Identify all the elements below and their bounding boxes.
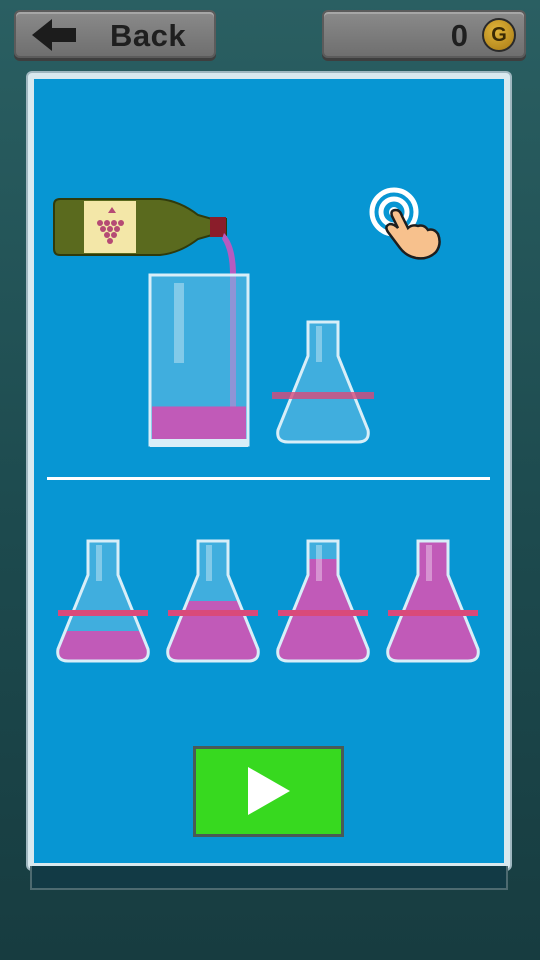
- option-liquid: [387, 541, 479, 661]
- target-line: [168, 610, 258, 616]
- tap-hand-icon: [369, 187, 441, 260]
- option-flask-4[interactable]: [382, 537, 484, 667]
- arrow-left-icon: [32, 19, 76, 51]
- demo-glass: [148, 273, 250, 447]
- play-icon: [248, 767, 290, 815]
- glass-liquid: [152, 406, 246, 443]
- coin-counter: 0 G: [322, 10, 526, 58]
- option-flask-2[interactable]: [162, 537, 264, 667]
- target-line: [58, 610, 148, 616]
- target-line: [272, 392, 374, 399]
- target-line: [278, 610, 368, 616]
- back-button[interactable]: Back: [14, 10, 216, 58]
- back-label: Back: [110, 18, 187, 53]
- option-liquid: [57, 631, 149, 661]
- panel-base: [30, 866, 508, 890]
- wine-bottle-icon: [53, 198, 227, 256]
- demo-target-flask: [272, 320, 374, 444]
- coin-count: 0: [450, 18, 468, 53]
- coin-symbol: G: [491, 24, 507, 46]
- target-line: [388, 610, 478, 616]
- option-flask-3[interactable]: [272, 537, 374, 667]
- play-button[interactable]: [193, 746, 344, 837]
- option-flask-1[interactable]: [52, 537, 154, 667]
- divider: [47, 477, 490, 480]
- coin-icon: G: [482, 18, 516, 52]
